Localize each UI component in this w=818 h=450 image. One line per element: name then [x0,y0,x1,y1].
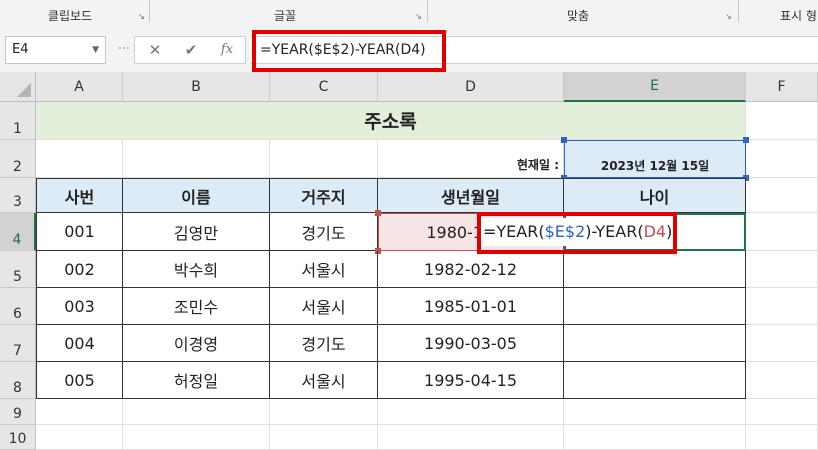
cell-id[interactable]: 002 [36,251,123,288]
cell-e10[interactable] [564,425,746,450]
cancel-icon[interactable]: ✕ [140,37,170,63]
formula-buttons: ✕ ✔ fx [134,36,246,64]
cell-birth[interactable]: 1995-04-15 [378,362,564,399]
cell-a2[interactable] [36,140,123,178]
cell-birth[interactable]: 1982-02-12 [378,251,564,288]
cell-e9[interactable] [564,399,746,425]
column-header-b[interactable]: B [123,72,270,102]
header-age[interactable]: 나이 [564,178,746,213]
range-handle[interactable] [743,137,749,143]
name-box[interactable]: E4 ▼ [5,36,106,64]
row-header-8[interactable]: 8 [0,362,36,399]
cell-a9[interactable] [36,399,123,425]
cell-b2[interactable] [123,140,270,178]
cell-f5[interactable] [746,251,818,288]
cell-birth[interactable]: 1990-03-05 [378,325,564,362]
cell-f2[interactable] [746,140,818,178]
cell-a10[interactable] [36,425,123,450]
ribbon-group-alignment: 맞춤 [428,0,728,30]
header-birth[interactable]: 생년월일 [378,178,564,213]
cell-id[interactable]: 003 [36,288,123,325]
insert-function-icon[interactable]: fx [212,37,242,63]
row-header-7[interactable]: 7 [0,325,36,362]
ribbon-group-label: 표시 형 [780,8,817,23]
range-handle[interactable] [561,137,567,143]
more-options-icon[interactable]: ⋮ [117,42,131,53]
cell-f4[interactable] [746,213,818,251]
cell-id[interactable]: 005 [36,362,123,399]
cell-age[interactable] [564,251,746,288]
cell-id[interactable]: 001 [36,213,123,251]
cell-name[interactable]: 이경영 [123,325,270,362]
current-date-value[interactable]: 2023년 12월 15일 [564,140,746,178]
row-header-6[interactable]: 6 [0,288,36,325]
row-header-10[interactable]: 10 [0,425,36,450]
row-header-5[interactable]: 5 [0,251,36,288]
column-header-d[interactable]: D [378,72,564,102]
row-header-3[interactable]: 3 [0,178,36,213]
cell-f3[interactable] [746,178,818,213]
cell-name[interactable]: 허정일 [123,362,270,399]
cell-d10[interactable] [378,425,564,450]
cell-formula-highlight-box [477,212,677,254]
cell-b10[interactable] [123,425,270,450]
ribbon-separator [738,0,739,22]
cell-age[interactable] [564,288,746,325]
ribbon-group-clipboard: 클립보드 [0,0,140,30]
ribbon-group-label: 글꼴 [273,8,297,23]
row-header-1[interactable]: 1 [0,102,36,140]
row-header-9[interactable]: 9 [0,399,36,425]
cell-name[interactable]: 조민수 [123,288,270,325]
cell-region[interactable]: 서울시 [270,288,378,325]
title-cell[interactable]: 주소록 [36,102,746,140]
select-all-corner[interactable] [0,72,36,102]
cell-d9[interactable] [378,399,564,425]
cell-birth[interactable]: 1985-01-01 [378,288,564,325]
chevron-down-icon[interactable]: ▼ [92,37,99,63]
cell-region[interactable]: 경기도 [270,325,378,362]
cell-c2[interactable] [270,140,378,178]
cell-f7[interactable] [746,325,818,362]
name-box-value: E4 [12,42,29,57]
ribbon-group-font: 글꼴 [150,0,420,30]
column-header-c[interactable]: C [270,72,378,102]
cell-name[interactable]: 김영만 [123,213,270,251]
cell-c9[interactable] [270,399,378,425]
font-launcher-icon[interactable]: ↘ [414,12,423,21]
range-handle[interactable] [375,210,381,216]
cell-age[interactable] [564,362,746,399]
clipboard-launcher-icon[interactable]: ↘ [137,12,146,21]
alignment-launcher-icon[interactable]: ↘ [724,12,733,21]
ribbon-group-label: 클립보드 [47,8,93,23]
header-name[interactable]: 이름 [123,178,270,213]
cell-c10[interactable] [270,425,378,450]
cell-f9[interactable] [746,399,818,425]
current-date-label[interactable]: 현재일 : [378,140,564,178]
cell-id[interactable]: 004 [36,325,123,362]
cell-region[interactable]: 경기도 [270,213,378,251]
cell-name[interactable]: 박수희 [123,251,270,288]
ribbon-group-label: 맞춤 [566,8,590,23]
header-region[interactable]: 거주지 [270,178,378,213]
column-header-f[interactable]: F [746,72,818,102]
cell-region[interactable]: 서울시 [270,251,378,288]
cell-f10[interactable] [746,425,818,450]
cell-region[interactable]: 서울시 [270,362,378,399]
cell-f6[interactable] [746,288,818,325]
ribbon-group-number: 표시 형 [780,0,818,30]
column-header-a[interactable]: A [36,72,123,102]
cell-f1[interactable] [746,102,818,140]
row-header-4[interactable]: 4 [0,213,36,251]
ribbon-group-labels: 클립보드 ↘ 글꼴 ↘ 맞춤 ↘ 표시 형 [0,0,818,31]
cell-age[interactable] [564,325,746,362]
column-header-e[interactable]: E [564,72,746,102]
formula-highlight-box [252,30,446,72]
cell-b9[interactable] [123,399,270,425]
header-id[interactable]: 사번 [36,178,123,213]
enter-icon[interactable]: ✔ [176,37,206,63]
cell-f8[interactable] [746,362,818,399]
row-header-2[interactable]: 2 [0,140,36,178]
